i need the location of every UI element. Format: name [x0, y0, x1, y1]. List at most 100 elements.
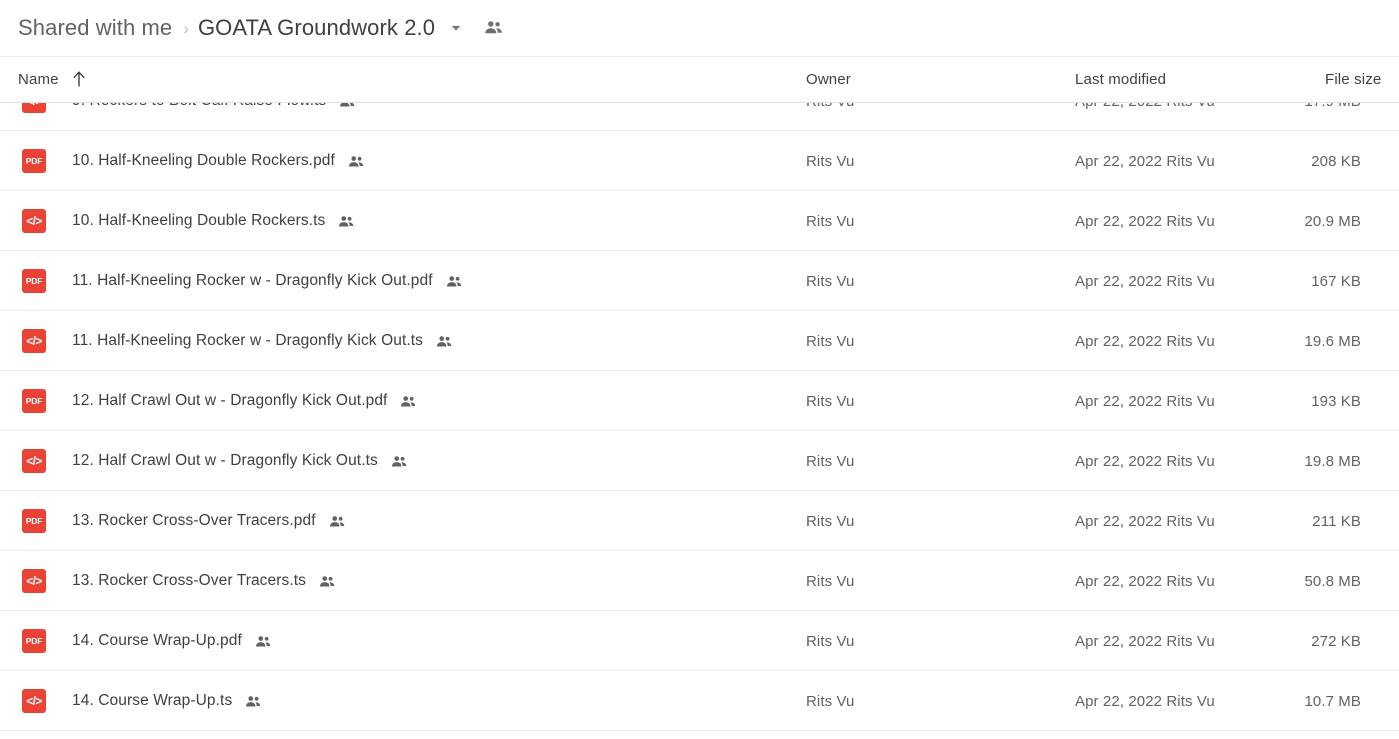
file-name-label[interactable]: 13. Rocker Cross-Over Tracers.pdf	[72, 512, 316, 530]
file-name-cell[interactable]: </> 9. Rockers to Bolt Calf Raise Flow.ts	[22, 103, 357, 130]
file-name-cell[interactable]: PDF 10. Half-Kneeling Double Rockers.pdf	[22, 131, 366, 191]
file-owner-label: Rits Vu	[806, 272, 855, 290]
file-name-cell[interactable]: PDF 14. Course Wrap-Up.pdf	[22, 611, 273, 671]
file-owner-cell: Rits Vu	[806, 103, 855, 130]
file-size-cell: 20.9 MB	[1212, 191, 1380, 251]
file-row[interactable]: PDF 11. Half-Kneeling Rocker w - Dragonfl…	[0, 251, 1399, 311]
file-row[interactable]: </> 13. Rocker Cross-Over Tracers.ts Rits …	[0, 551, 1399, 611]
file-row[interactable]: </> 11. Half-Kneeling Rocker w - Dragonfl…	[0, 311, 1399, 371]
file-last-modified-cell: Apr 22, 2022 Rits Vu	[1075, 551, 1215, 611]
file-size-cell: 211 KB	[1212, 491, 1380, 551]
column-header-row: Name Owner Last modified File size	[0, 57, 1399, 103]
file-name-cell[interactable]: </> 14. Course Wrap-Up.ts	[22, 671, 263, 731]
file-last-modified-cell: Apr 22, 2022 Rits Vu	[1075, 611, 1215, 671]
file-name-label[interactable]: 14. Course Wrap-Up.pdf	[72, 632, 242, 650]
file-size-cell: 208 KB	[1212, 131, 1380, 191]
pdf-file-icon: PDF	[22, 389, 46, 413]
breadcrumb-separator-icon: ›	[183, 18, 189, 38]
people-shared-icon	[399, 395, 418, 409]
file-name-label[interactable]: 11. Half-Kneeling Rocker w - Dragonfly K…	[72, 332, 423, 350]
file-size-label: 193 KB	[1311, 392, 1361, 410]
file-row[interactable]: </> 10. Half-Kneeling Double Rockers.ts Ri…	[0, 191, 1399, 251]
column-header-last-modified[interactable]: Last modified	[1075, 71, 1166, 88]
file-name-label[interactable]: 14. Course Wrap-Up.ts	[72, 692, 232, 710]
column-header-owner[interactable]: Owner	[806, 71, 851, 88]
file-last-modified-cell: Apr 22, 2022 Rits Vu	[1075, 671, 1215, 731]
people-shared-icon[interactable]	[483, 20, 505, 36]
people-shared-icon	[254, 635, 273, 649]
people-shared-icon	[337, 215, 356, 229]
code-file-icon: </>	[22, 569, 46, 593]
people-shared-icon	[390, 455, 409, 469]
pdf-file-icon-label: PDF	[25, 395, 43, 406]
file-last-modified-label: Apr 22, 2022 Rits Vu	[1075, 212, 1215, 230]
pdf-file-icon: PDF	[22, 509, 46, 533]
file-name-cell[interactable]: PDF 11. Half-Kneeling Rocker w - Dragonfl…	[22, 251, 464, 311]
arrow-up-icon[interactable]	[72, 71, 86, 88]
file-last-modified-label: Apr 22, 2022 Rits Vu	[1075, 692, 1215, 710]
file-owner-label: Rits Vu	[806, 392, 855, 410]
file-owner-cell: Rits Vu	[806, 671, 855, 731]
file-owner-cell: Rits Vu	[806, 611, 855, 671]
file-owner-label: Rits Vu	[806, 103, 855, 110]
file-name-label[interactable]: 10. Half-Kneeling Double Rockers.ts	[72, 212, 325, 230]
breadcrumb-parent-link[interactable]: Shared with me	[18, 15, 172, 41]
file-owner-cell: Rits Vu	[806, 251, 855, 311]
file-owner-cell: Rits Vu	[806, 191, 855, 251]
breadcrumb-current-folder: GOATA Groundwork 2.0	[197, 15, 436, 40]
file-owner-label: Rits Vu	[806, 152, 855, 170]
code-file-icon: </>	[22, 449, 46, 473]
file-name-label[interactable]: 11. Half-Kneeling Rocker w - Dragonfly K…	[72, 272, 433, 290]
code-file-icon: </>	[22, 689, 46, 713]
file-row[interactable]: </> 9. Rockers to Bolt Calf Raise Flow.ts…	[0, 103, 1399, 131]
file-last-modified-label: Apr 22, 2022 Rits Vu	[1075, 452, 1215, 470]
column-header-name-label: Name	[18, 71, 59, 88]
file-owner-label: Rits Vu	[806, 572, 855, 590]
file-size-label: 19.6 MB	[1304, 332, 1361, 350]
file-last-modified-cell: Apr 22, 2022 Rits Vu	[1075, 103, 1215, 130]
file-name-cell[interactable]: </> 11. Half-Kneeling Rocker w - Dragonfl…	[22, 311, 454, 371]
file-size-label: 20.9 MB	[1304, 212, 1361, 230]
pdf-file-icon: PDF	[22, 149, 46, 173]
people-shared-icon	[244, 695, 263, 709]
file-name-label[interactable]: 12. Half Crawl Out w - Dragonfly Kick Ou…	[72, 392, 387, 410]
code-file-icon-label: </>	[26, 214, 42, 228]
file-name-cell[interactable]: PDF 12. Half Crawl Out w - Dragonfly Kick…	[22, 371, 418, 431]
file-owner-label: Rits Vu	[806, 692, 855, 710]
file-owner-label: Rits Vu	[806, 512, 855, 530]
people-shared-icon	[435, 335, 454, 349]
file-last-modified-cell: Apr 22, 2022 Rits Vu	[1075, 251, 1215, 311]
file-name-label[interactable]: 13. Rocker Cross-Over Tracers.ts	[72, 572, 306, 590]
pdf-file-icon-label: PDF	[25, 275, 43, 286]
file-last-modified-cell: Apr 22, 2022 Rits Vu	[1075, 431, 1215, 491]
file-size-cell: 19.8 MB	[1212, 431, 1380, 491]
chevron-down-icon[interactable]	[449, 21, 463, 35]
file-row[interactable]: </> 12. Half Crawl Out w - Dragonfly Kick…	[0, 431, 1399, 491]
file-name-cell[interactable]: PDF 13. Rocker Cross-Over Tracers.pdf	[22, 491, 347, 551]
breadcrumb-bar: Shared with me › GOATA Groundwork 2.0	[0, 0, 1399, 57]
file-name-label[interactable]: 10. Half-Kneeling Double Rockers.pdf	[72, 152, 335, 170]
code-file-icon-label: </>	[26, 334, 42, 348]
file-size-cell: 50.8 MB	[1212, 551, 1380, 611]
file-last-modified-label: Apr 22, 2022 Rits Vu	[1075, 103, 1215, 110]
file-owner-label: Rits Vu	[806, 212, 855, 230]
column-header-name[interactable]: Name	[18, 71, 86, 88]
people-shared-icon	[328, 515, 347, 529]
file-name-cell[interactable]: </> 13. Rocker Cross-Over Tracers.ts	[22, 551, 337, 611]
file-name-cell[interactable]: </> 10. Half-Kneeling Double Rockers.ts	[22, 191, 356, 251]
file-name-cell[interactable]: </> 12. Half Crawl Out w - Dragonfly Kick…	[22, 431, 409, 491]
file-size-cell: 17.9 MB	[1212, 103, 1380, 130]
file-name-label[interactable]: 12. Half Crawl Out w - Dragonfly Kick Ou…	[72, 452, 378, 470]
file-row[interactable]: PDF 10. Half-Kneeling Double Rockers.pdf R…	[0, 131, 1399, 191]
file-row[interactable]: PDF 13. Rocker Cross-Over Tracers.pdf Rits…	[0, 491, 1399, 551]
people-shared-icon	[338, 103, 357, 109]
file-row[interactable]: </> 14. Course Wrap-Up.ts Rits Vu Apr 22, 2…	[0, 671, 1399, 731]
code-file-icon-label: </>	[26, 454, 42, 468]
file-row[interactable]: PDF 12. Half Crawl Out w - Dragonfly Kick…	[0, 371, 1399, 431]
column-header-file-size[interactable]: File size	[1325, 71, 1381, 88]
file-row[interactable]: PDF 14. Course Wrap-Up.pdf Rits Vu Apr 22, …	[0, 611, 1399, 671]
pdf-file-icon-label: PDF	[25, 155, 43, 166]
file-size-label: 19.8 MB	[1304, 452, 1361, 470]
file-name-label[interactable]: 9. Rockers to Bolt Calf Raise Flow.ts	[72, 103, 326, 110]
code-file-icon-label: </>	[26, 574, 42, 588]
